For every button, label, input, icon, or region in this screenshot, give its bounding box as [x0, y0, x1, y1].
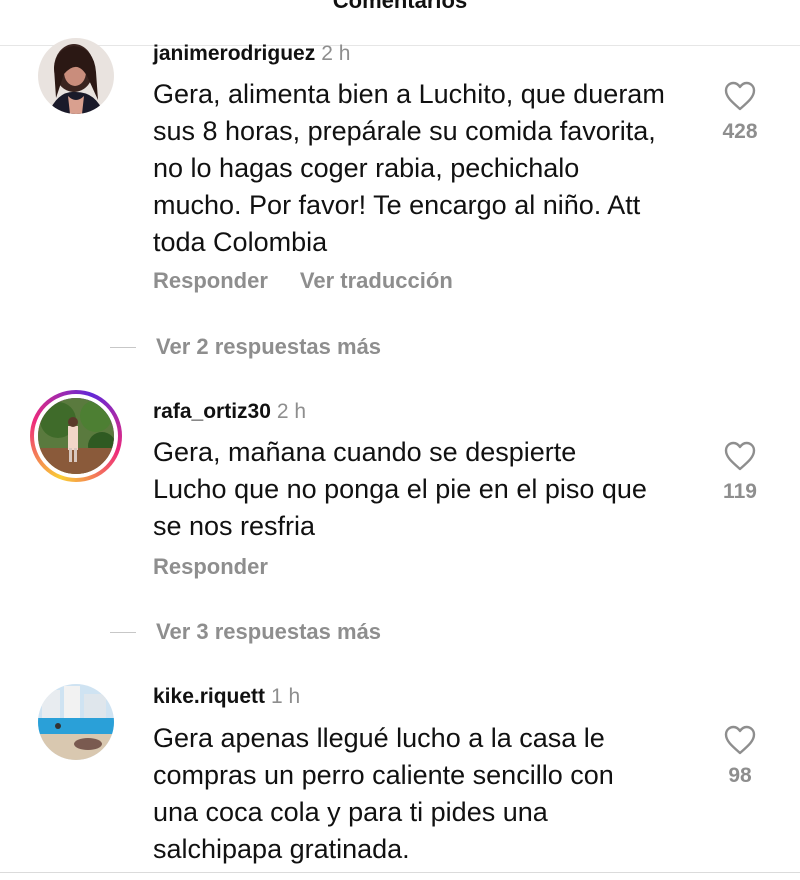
avatar-photo: [38, 38, 114, 114]
heart-outline-icon[interactable]: [700, 80, 780, 112]
view-more-replies-button[interactable]: Ver 3 respuestas más: [110, 619, 381, 645]
avatar-photo: [38, 398, 114, 474]
comment-username[interactable]: janimerodriguez: [153, 42, 315, 65]
heart-outline-icon[interactable]: [700, 724, 780, 756]
replies-divider: [110, 346, 136, 348]
comment-time: 1 h: [271, 685, 301, 708]
bottom-divider: [0, 872, 800, 873]
comment-text: Gera, alimenta bien a Luchito, que duera…: [153, 79, 665, 257]
reply-button[interactable]: Responder: [153, 554, 268, 579]
like-count: 428: [722, 120, 758, 143]
comment-text: Gera apenas llegué lucho a la casa le co…: [153, 723, 614, 864]
translate-button[interactable]: Ver traducción: [300, 268, 453, 293]
comment-time: 2 h: [276, 400, 307, 423]
reply-button[interactable]: Responder: [153, 268, 268, 293]
like-count: 98: [728, 764, 752, 787]
like-count: 119: [723, 480, 757, 503]
avatar[interactable]: [38, 38, 114, 114]
header-title: Comentarios: [332, 0, 468, 13]
avatar-story-ring[interactable]: [30, 390, 122, 482]
avatar-photo: [38, 684, 114, 760]
replies-divider: [110, 631, 136, 633]
avatar[interactable]: [38, 684, 114, 760]
view-more-replies-label: Ver 2 respuestas más: [156, 334, 382, 359]
comment-username[interactable]: rafa_ortiz30: [153, 400, 271, 423]
comment-time: 2 h: [321, 42, 351, 65]
view-more-replies-button[interactable]: Ver 2 respuestas más: [110, 334, 381, 360]
view-more-replies-label: Ver 3 respuestas más: [156, 619, 382, 644]
comment-text: Gera, mañana cuando se despierte Lucho q…: [153, 437, 647, 541]
heart-outline-icon[interactable]: [700, 440, 780, 472]
comment-username[interactable]: kike.riquett: [153, 685, 265, 708]
comments-header: Comentarios: [0, 0, 800, 46]
